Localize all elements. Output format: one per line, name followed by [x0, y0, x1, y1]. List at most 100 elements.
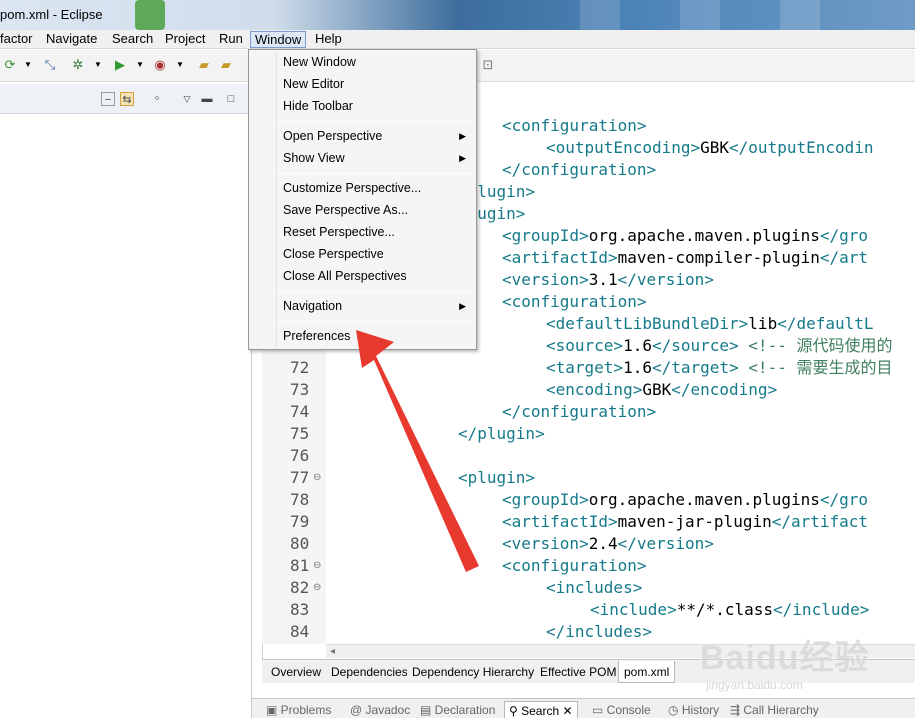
menu-project[interactable]: Project	[161, 31, 209, 48]
line-number: 76	[290, 446, 310, 465]
tab-declaration[interactable]: ▤ Declaration	[420, 701, 495, 718]
folder-icon[interactable]: ▰	[218, 57, 234, 73]
code-line[interactable]: <configuration>	[502, 291, 647, 313]
code-line[interactable]: <configuration>	[502, 115, 647, 137]
code-line[interactable]: <version>2.4</version>	[502, 533, 714, 555]
fold-toggle-icon[interactable]: ⊖	[313, 560, 321, 571]
tab-effective-pom[interactable]: Effective POM	[535, 661, 623, 683]
menu-item-new-editor[interactable]: New Editor	[283, 74, 344, 94]
code-line[interactable]: </configuration>	[502, 401, 656, 423]
declaration-icon: ▤	[420, 703, 435, 717]
xml-tag: </plugin>	[458, 424, 545, 443]
xml-tag: </art	[819, 248, 869, 267]
xml-tag: </include>	[773, 600, 879, 619]
xml-text: maven-compiler-plugin	[617, 248, 820, 267]
dropdown-arrow-icon[interactable]: ▼	[20, 57, 36, 73]
external-tools-icon[interactable]: ◉	[152, 57, 168, 73]
fold-toggle-icon[interactable]: ⊖	[313, 582, 321, 593]
menu-item-open-perspective[interactable]: Open Perspective	[283, 126, 469, 146]
xml-tag: <include>	[590, 600, 677, 619]
dropdown-arrow-icon[interactable]: ▼	[132, 57, 148, 73]
close-icon[interactable]: ✕	[563, 704, 573, 718]
xml-tag: <outputEncoding>	[546, 138, 701, 157]
show-view-label: Show View	[283, 151, 345, 165]
tab-console[interactable]: ▭ Console	[592, 701, 651, 718]
tab-search-label: Search	[521, 704, 560, 718]
code-line[interactable]: <artifactId>maven-jar-plugin</artifact	[502, 511, 868, 533]
menu-item-customize-perspective[interactable]: Customize Perspective...	[283, 178, 421, 198]
menu-search[interactable]: Search	[108, 31, 157, 48]
tab-javadoc[interactable]: @ Javadoc	[350, 701, 410, 718]
code-line[interactable]: <target>1.6</target> <!-- 需要生成的目	[546, 357, 892, 379]
maximize-icon[interactable]: □	[224, 92, 238, 106]
code-line[interactable]: </configuration>	[502, 159, 656, 181]
code-line[interactable]: <version>3.1</version>	[502, 269, 714, 291]
code-line[interactable]: <includes>	[546, 577, 642, 599]
pin-icon[interactable]: ⊡	[480, 57, 496, 73]
xml-comment: <!-- 需要生成的目	[748, 358, 893, 377]
xml-text: lib	[748, 314, 778, 333]
menu-item-new-window[interactable]: New Window	[283, 52, 356, 72]
line-number: 75	[290, 424, 310, 443]
menu-item-close-perspective[interactable]: Close Perspective	[283, 244, 384, 264]
code-line[interactable]: <groupId>org.apache.maven.plugins</gro	[502, 489, 868, 511]
run-icon[interactable]: ▶	[112, 57, 128, 73]
watermark: Baidu经验 jingyan.baidu.com	[700, 620, 910, 710]
menu-item-hide-toolbar[interactable]: Hide Toolbar	[283, 96, 353, 116]
view-menu-icon[interactable]: ▽	[180, 92, 194, 106]
code-line[interactable]: <include>**/*.class</include>	[590, 599, 879, 621]
tab-pom-xml[interactable]: pom.xml	[618, 661, 676, 683]
tab-problems[interactable]: ▣ Problems	[266, 701, 331, 718]
code-line[interactable]: <outputEncoding>GBK</outputEncodin	[546, 137, 874, 159]
xml-tag: <configuration>	[502, 556, 647, 575]
menu-item-close-all-perspectives[interactable]: Close All Perspectives	[283, 266, 407, 286]
code-line[interactable]: <source>1.6</source> <!-- 源代码使用的	[546, 335, 892, 357]
code-line[interactable]: <plugin>	[458, 467, 535, 489]
xml-tag: <groupId>	[502, 490, 589, 509]
code-line[interactable]: <configuration>	[502, 555, 647, 577]
menu-run[interactable]: Run	[215, 31, 247, 48]
tab-dependencies[interactable]: Dependencies	[326, 661, 414, 683]
xml-text: maven-jar-plugin	[617, 512, 772, 531]
code-line[interactable]: <artifactId>maven-compiler-plugin</art	[502, 247, 868, 269]
debug-icon[interactable]: ✲	[70, 57, 86, 73]
dropdown-arrow-icon[interactable]: ▼	[172, 57, 188, 73]
title-bar: pom.xml - Eclipse	[0, 0, 915, 30]
xml-tag: </version>	[617, 270, 714, 289]
code-line[interactable]: <encoding>GBK</encoding>	[546, 379, 777, 401]
tab-search[interactable]: ⚲ Search ✕	[504, 701, 578, 718]
tab-overview[interactable]: Overview	[266, 661, 328, 683]
dropdown-arrow-icon[interactable]: ▼	[90, 57, 106, 73]
xml-tag: </artifact	[771, 512, 869, 531]
menu-help[interactable]: Help	[311, 31, 346, 48]
code-line[interactable]: </includes>	[546, 621, 652, 643]
xml-tag: </includes>	[546, 622, 652, 641]
tab-dependency-hierarchy[interactable]: Dependency Hierarchy	[407, 661, 541, 683]
menu-item-show-view[interactable]: Show View	[283, 148, 345, 168]
menu-refactor[interactable]: factor	[0, 31, 37, 48]
refresh-icon[interactable]: ⟳	[2, 57, 18, 73]
code-line[interactable]: <defaultLibBundleDir>lib</defaultL	[546, 313, 874, 335]
code-line[interactable]: <groupId>org.apache.maven.plugins</gro	[502, 225, 868, 247]
focus-icon[interactable]: ⚬	[150, 92, 164, 106]
console-icon: ▭	[592, 703, 607, 717]
menu-item-save-perspective-as[interactable]: Save Perspective As...	[283, 200, 408, 220]
xml-text: org.apache.maven.plugins	[588, 226, 820, 245]
skip-breakpoints-icon[interactable]: ⤡	[42, 57, 58, 73]
xml-text: **/*.class	[676, 600, 774, 619]
menu-navigate[interactable]: Navigate	[42, 31, 101, 48]
menu-item-preferences[interactable]: Preferences	[283, 326, 350, 346]
scroll-left-icon[interactable]: ◂	[330, 646, 335, 657]
open-folder-icon[interactable]: ▰	[196, 57, 212, 73]
menu-window[interactable]: Window	[250, 31, 307, 48]
fold-toggle-icon[interactable]: ⊖	[313, 472, 321, 483]
code-line[interactable]: </plugin>	[458, 423, 545, 445]
menu-item-navigation[interactable]: Navigation	[283, 296, 342, 316]
minimize-icon[interactable]: ▬	[200, 92, 214, 106]
menu-separator	[277, 121, 473, 122]
window-title: pom.xml - Eclipse	[0, 7, 103, 22]
collapse-all-icon[interactable]: −	[101, 92, 115, 106]
menu-item-reset-perspective[interactable]: Reset Perspective...	[283, 222, 395, 242]
xml-tag: </configuration>	[502, 160, 657, 179]
link-with-editor-icon[interactable]: ⇆	[120, 92, 134, 106]
